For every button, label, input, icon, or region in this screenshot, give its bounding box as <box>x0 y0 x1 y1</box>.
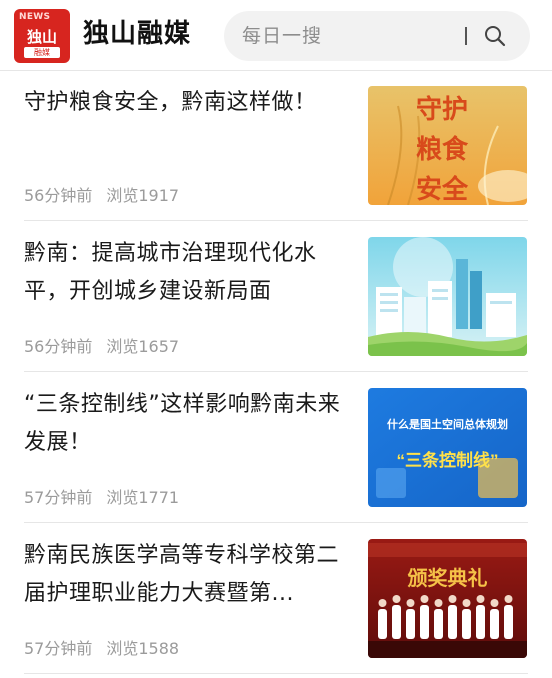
logo-sub-text: 融媒 <box>24 47 60 58</box>
news-thumbnail[interactable] <box>368 237 527 356</box>
divider <box>24 673 528 674</box>
news-item[interactable]: “三条控制线”这样影响黔南未来发展！ 57分钟前 浏览1771 什么是国土空间总体… <box>0 372 552 523</box>
news-thumbnail[interactable]: 守护 粮食 安全 <box>368 86 527 205</box>
news-item[interactable]: 黔南：提高城市治理现代化水平，开创城乡建设新局面 56分钟前 浏览1657 <box>0 221 552 372</box>
logo-news-text: NEWS <box>19 12 51 22</box>
thumb-caption: “三条控制线” <box>397 450 499 470</box>
news-views: 浏览1771 <box>106 488 180 507</box>
news-time: 56分钟前 <box>24 337 93 356</box>
thumb-caption: 什么是国土空间总体规划 <box>387 417 508 431</box>
news-views: 浏览1657 <box>106 337 180 356</box>
news-title[interactable]: “三条控制线”这样影响黔南未来发展！ <box>24 386 349 462</box>
news-thumbnail[interactable]: 颁奖典礼 <box>368 539 527 658</box>
thumb-caption: 守护 <box>416 94 468 124</box>
news-title[interactable]: 守护粮食安全，黔南这样做！ <box>24 84 349 122</box>
news-thumbnail[interactable]: 什么是国土空间总体规划 “三条控制线” <box>368 388 527 507</box>
news-views: 浏览1588 <box>106 639 180 658</box>
news-item[interactable]: 守护粮食安全，黔南这样做！ 56分钟前 浏览1917 守护 粮食 安全 <box>0 70 552 221</box>
search-bar[interactable]: 每日一搜 <box>224 11 530 61</box>
news-title[interactable]: 黔南民族医学高等专科学校第二届护理职业能力大赛暨第... <box>24 537 349 613</box>
news-item[interactable]: 黔南民族医学高等专科学校第二届护理职业能力大赛暨第... 57分钟前 浏览1588… <box>0 523 552 674</box>
search-placeholder[interactable]: 每日一搜 <box>242 23 322 49</box>
news-meta: 56分钟前 浏览1917 <box>24 186 179 206</box>
app-title: 独山融媒 <box>83 19 192 49</box>
news-time: 57分钟前 <box>24 639 93 658</box>
news-meta: 57分钟前 浏览1588 <box>24 639 179 659</box>
news-views: 浏览1917 <box>106 186 180 205</box>
news-meta: 56分钟前 浏览1657 <box>24 337 179 357</box>
news-title[interactable]: 黔南：提高城市治理现代化水平，开创城乡建设新局面 <box>24 235 349 311</box>
search-divider <box>465 27 467 45</box>
thumb-caption: 颁奖典礼 <box>408 566 488 590</box>
news-meta: 57分钟前 浏览1771 <box>24 488 179 508</box>
thumb-caption: 安全 <box>416 174 469 204</box>
news-time: 57分钟前 <box>24 488 93 507</box>
app-header: NEWS 独山 融媒 独山融媒 每日一搜 <box>0 0 552 71</box>
logo-name-text: 独山 <box>26 28 57 46</box>
thumb-caption: 粮食 <box>416 134 469 164</box>
search-icon[interactable] <box>483 24 507 48</box>
app-logo[interactable]: NEWS 独山 融媒 <box>14 9 70 63</box>
news-time: 56分钟前 <box>24 186 93 205</box>
